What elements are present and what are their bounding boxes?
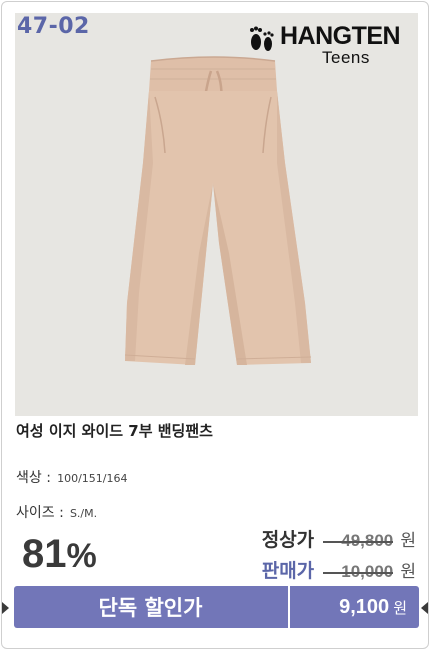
promo-divider (288, 586, 290, 628)
discount-rate: 81% (22, 532, 97, 577)
product-card[interactable]: 47-02 HANGTEN Teens 여성 이지 와이드 7부 밴딩팬츠 색상… (1, 1, 429, 649)
color-value: 100/151/164 (57, 472, 128, 485)
promo-label[interactable]: 단독 할인가 (14, 586, 287, 628)
promo-price[interactable]: 9,100 원 (291, 586, 419, 628)
brand-logo: HANGTEN Teens (246, 20, 406, 70)
discount-unit: % (66, 537, 97, 575)
regular-price-value: 49,800 (323, 531, 394, 551)
regular-price-row: 정상가 49,800 원 (261, 525, 416, 551)
brand-sub: Teens (322, 48, 370, 67)
product-code: 47-02 (17, 14, 90, 39)
regular-price-label: 정상가 (261, 529, 315, 551)
footprints-icon (250, 26, 274, 51)
product-title[interactable]: 여성 이지 와이드 7부 밴딩팬츠 (16, 420, 213, 441)
left-notch-icon (2, 602, 9, 614)
size-row: 사이즈 : S./M. (16, 502, 97, 522)
color-label: 색상 : (16, 470, 51, 486)
brand-name: HANGTEN (280, 22, 401, 50)
pants-image (124, 56, 312, 365)
product-photo[interactable] (15, 13, 418, 416)
promo-price-value: 9,100 (339, 595, 390, 618)
discount-value: 81 (22, 532, 67, 576)
promo-price-bar[interactable]: 단독 할인가 9,100 원 (14, 586, 419, 628)
regular-price-currency: 원 (400, 531, 416, 551)
size-value: S./M. (69, 507, 98, 520)
sale-price-label: 판매가 (261, 560, 315, 582)
sale-price-value: 10,000 (323, 562, 394, 582)
right-notch-icon (421, 602, 428, 614)
sale-price-currency: 원 (400, 562, 416, 582)
color-row: 색상 : 100/151/164 (16, 467, 127, 487)
size-label: 사이즈 : (16, 505, 64, 521)
promo-price-currency: 원 (393, 598, 407, 617)
sale-price-row: 판매가 10,000 원 (261, 556, 416, 582)
